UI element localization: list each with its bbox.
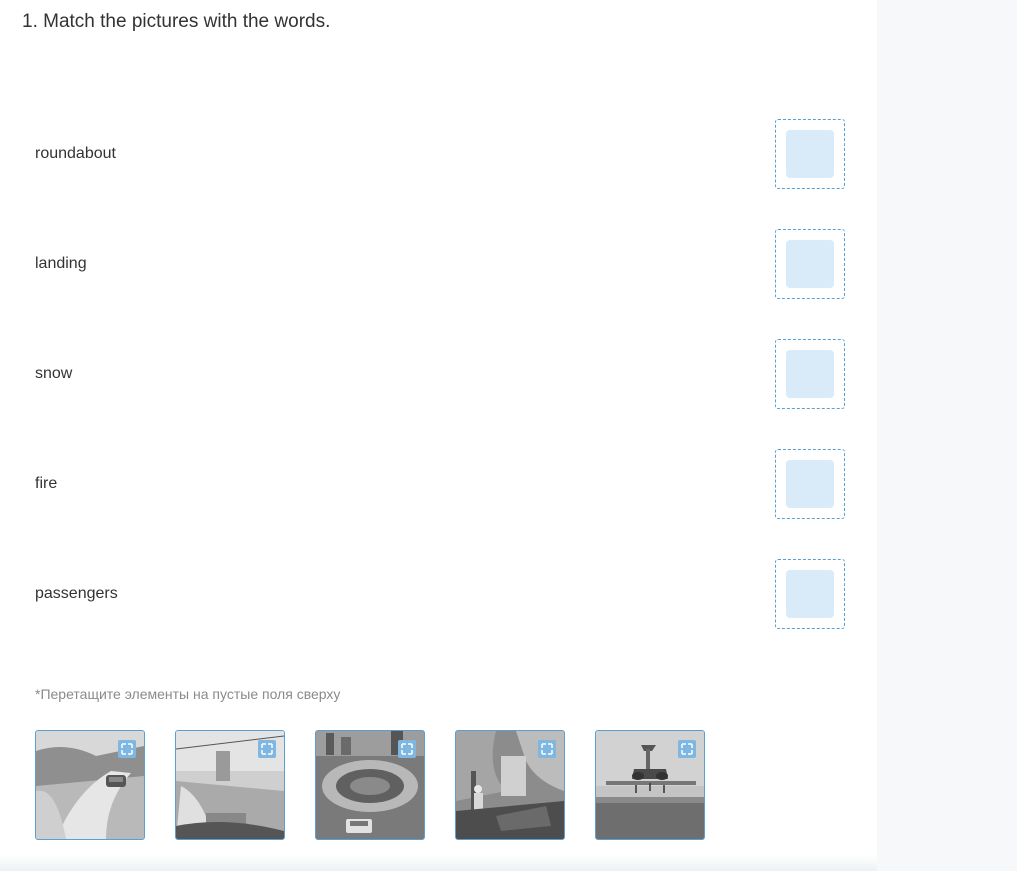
word-label: snow: [35, 365, 73, 382]
match-row: fire: [0, 449, 877, 519]
match-row: passengers: [0, 559, 877, 629]
drop-slot: [786, 460, 834, 508]
expand-icon[interactable]: [678, 740, 696, 758]
drop-zone[interactable]: [775, 119, 845, 189]
word-label: landing: [35, 255, 87, 272]
expand-icon[interactable]: [538, 740, 556, 758]
word-label: fire: [35, 475, 58, 492]
draggable-picture-car-interior[interactable]: [175, 730, 285, 840]
panel-bottom-edge: [0, 855, 877, 871]
drop-slot: [786, 570, 834, 618]
match-row: landing: [0, 229, 877, 299]
match-row: snow: [0, 339, 877, 409]
match-row: roundabout: [0, 119, 877, 189]
drag-hint: *Перетащите элементы на пустые поля свер…: [35, 686, 341, 702]
draggable-picture-fire[interactable]: [455, 730, 565, 840]
draggable-picture-roundabout[interactable]: [315, 730, 425, 840]
draggable-picture-snowy-road[interactable]: [35, 730, 145, 840]
word-label: roundabout: [35, 145, 116, 162]
exercise-panel: 1. Match the pictures with the words. ro…: [0, 0, 877, 871]
expand-icon[interactable]: [258, 740, 276, 758]
draggable-picture-airplane[interactable]: [595, 730, 705, 840]
drop-zone[interactable]: [775, 449, 845, 519]
expand-icon[interactable]: [398, 740, 416, 758]
drop-slot: [786, 130, 834, 178]
drop-zone[interactable]: [775, 559, 845, 629]
word-label: passengers: [35, 585, 118, 602]
drop-zone[interactable]: [775, 229, 845, 299]
drop-slot: [786, 350, 834, 398]
drop-zone[interactable]: [775, 339, 845, 409]
drop-slot: [786, 240, 834, 288]
expand-icon[interactable]: [118, 740, 136, 758]
exercise-title: 1. Match the pictures with the words.: [22, 11, 331, 32]
